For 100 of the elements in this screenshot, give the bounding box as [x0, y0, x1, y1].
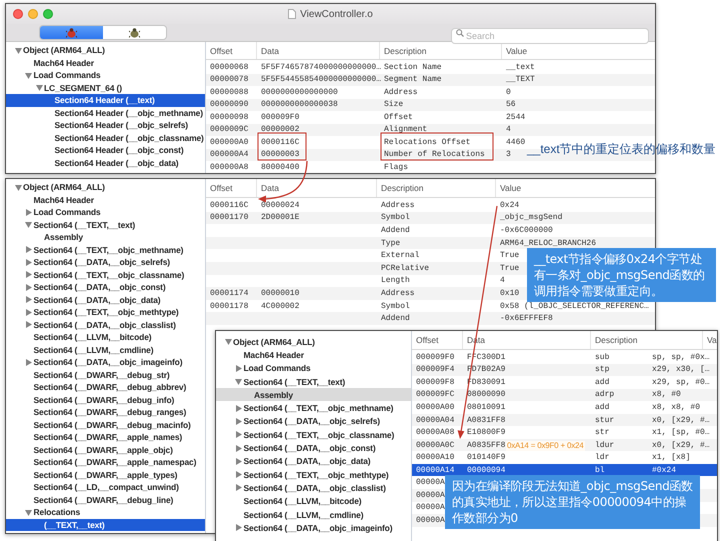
disclosure-triangle-icon[interactable] — [235, 404, 242, 412]
disclosure-triangle-icon[interactable] — [25, 296, 32, 304]
disclosure-triangle-icon[interactable] — [235, 444, 242, 452]
tree-item[interactable]: Section64 (__DWARF,__apple_namespac) — [6, 456, 205, 468]
tree-item[interactable]: Section64 (__DWARF,__debug_ranges) — [6, 406, 205, 418]
disclosure-triangle-icon[interactable] — [235, 458, 242, 465]
tree-item[interactable]: Section64 (__DWARF,__debug_info) — [6, 394, 205, 406]
column-header[interactable]: Value — [502, 42, 655, 59]
tree-item[interactable]: Section64 (__LLVM,__cmdline) — [216, 508, 411, 522]
minimize-button[interactable] — [28, 9, 38, 19]
close-button[interactable] — [13, 9, 23, 19]
tree-item[interactable]: Relocations — [6, 506, 205, 518]
tree-item[interactable]: Mach64 Header — [6, 56, 205, 69]
tree-item[interactable]: Object (ARM64_ALL) — [6, 44, 205, 56]
tree-item[interactable]: Section64 (__DATA,__objc_classlist) — [216, 481, 411, 495]
tree-item[interactable]: LC_SEGMENT_64 () — [6, 82, 205, 94]
tree-item[interactable]: Object (ARM64_ALL) — [216, 335, 411, 348]
tree-item[interactable]: Section64 (__LD,__compact_unwind) — [6, 481, 205, 494]
table-row[interactable]: 00000A14 00000094 bl #0x24 — [412, 464, 717, 476]
tree-item[interactable]: Mach64 Header — [216, 348, 411, 362]
table-row[interactable]: 0000009C 00000002 Alignment 4 — [206, 124, 655, 136]
column-header[interactable]: Value — [496, 179, 655, 197]
tree-item[interactable]: (__TEXT,__text) — [6, 518, 205, 531]
disclosure-triangle-icon[interactable] — [235, 524, 242, 532]
tree-item[interactable]: Section64 (__LLVM,__bitcode) — [6, 331, 205, 344]
table-row[interactable]: 00000A10 010140F9 ldr x1, [x8] — [412, 451, 717, 464]
table-row[interactable]: 00000090 0000000000000038 Size 56 — [206, 98, 655, 111]
disclosure-triangle-icon[interactable] — [235, 418, 242, 425]
tree-item[interactable]: Section64 (__LLVM,__bitcode) — [216, 494, 411, 508]
tree-item[interactable]: Section64 Header (__text) — [6, 94, 205, 106]
disclosure-triangle-icon[interactable] — [224, 338, 232, 346]
table-row[interactable]: 00001178 4C000002 Symbol 0x58 (l_OBJC_SELECTOR_REFERENC… — [206, 300, 655, 312]
disclosure-triangle-icon[interactable] — [25, 72, 32, 79]
tree-item[interactable]: Assembly — [216, 388, 411, 402]
tree-item[interactable]: Section64 (__LLVM,__cmdline) — [6, 344, 205, 356]
table-row[interactable]: 00000088 0000000000000000 Address 0 — [206, 86, 655, 98]
disclosure-triangle-icon[interactable] — [14, 46, 22, 54]
tree-item[interactable]: Section64 (__TEXT,__text) — [6, 218, 205, 231]
column-header[interactable]: Offset — [206, 179, 257, 197]
table-row[interactable]: 00000A00 08010091 add x8, x8, #0 — [412, 401, 717, 414]
disclosure-triangle-icon[interactable] — [25, 284, 32, 291]
tree-item[interactable]: Section64 Header (__objc_const) — [6, 144, 205, 156]
tree-item[interactable]: Section64 (__TEXT,__objc_methtype) — [6, 306, 205, 318]
tree-item[interactable]: Section64 (__DWARF,__debug_macinfo) — [6, 418, 205, 431]
table-row[interactable]: 000000A8 80000400 Flags — [206, 161, 655, 173]
disclosure-triangle-icon[interactable] — [14, 184, 22, 191]
tree-item[interactable]: Section64 (__DWARF,__debug_str) — [6, 368, 205, 381]
tree-item[interactable]: Section64 (__TEXT,__objc_methname) — [6, 244, 205, 256]
tree-item[interactable]: Object (ARM64_ALL) — [6, 181, 205, 194]
tree-item[interactable]: Section64 Header (__objc_selrefs) — [6, 119, 205, 132]
tree-item[interactable]: Section64 (__TEXT,__objc_classname) — [6, 268, 205, 281]
table-row[interactable]: 00000A04 A0831FF8 stur x0, [x29, #… — [412, 414, 717, 426]
tree-item[interactable]: Section64 (__DWARF,__apple_types) — [6, 468, 205, 481]
table-row[interactable]: 00000A08 E10800F9 str x1, [sp, #0… — [412, 426, 717, 439]
tree-item[interactable]: Load Commands — [6, 69, 205, 82]
table-row[interactable]: 00000068 5F5F74657874000000000000… Section Name __text — [206, 61, 655, 74]
tree-item[interactable]: Section64 (__DATA,__objc_selrefs) — [216, 414, 411, 428]
tree-item[interactable]: Section64 (__DATA,__objc_imageinfo) — [216, 521, 411, 534]
disclosure-triangle-icon[interactable] — [25, 271, 32, 278]
tree-item[interactable]: Section64 Header (__objc_data) — [6, 156, 205, 169]
tree-item[interactable]: Section64 (__DATA,__objc_classlist) — [6, 318, 205, 331]
view-toggle-button[interactable] — [103, 26, 166, 39]
tree-item[interactable]: Section64 (__DATA,__objc_data) — [6, 294, 205, 306]
disclosure-triangle-icon[interactable] — [25, 258, 32, 266]
tree-item[interactable]: Load Commands — [216, 362, 411, 375]
table-row[interactable]: 00001170 2D00001E Symbol _objc_msgSend — [206, 212, 655, 224]
tree-item[interactable]: Assembly — [6, 231, 205, 244]
column-header[interactable]: Data — [257, 42, 380, 59]
column-header[interactable]: Description — [377, 179, 496, 197]
tree-item[interactable]: Section64 (__TEXT,__objc_classname) — [216, 428, 411, 442]
disclosure-triangle-icon[interactable] — [235, 431, 242, 438]
tree-item[interactable]: Section64 (__DATA,__objc_data) — [216, 454, 411, 468]
disclosure-triangle-icon[interactable] — [25, 508, 32, 516]
disclosure-triangle-icon[interactable] — [36, 84, 42, 92]
tree-item[interactable]: Section64 (__DWARF,__apple_names) — [6, 431, 205, 444]
tree-item[interactable]: Section64 (__DATA,__objc_const) — [216, 441, 411, 455]
tree-item[interactable]: Section64 (__TEXT,__text) — [216, 374, 411, 388]
table-row[interactable]: 0000116C 00000024 Address 0x24 — [206, 199, 655, 212]
table-row[interactable]: 000009FC 08000090 adrp x8, #0 — [412, 388, 717, 402]
tree-item[interactable]: Section64 (__DWARF,__apple_objc) — [6, 444, 205, 456]
disclosure-triangle-icon[interactable] — [25, 358, 32, 366]
tree-item[interactable]: Section64 (__TEXT,__objc_methname) — [216, 401, 411, 415]
disclosure-triangle-icon[interactable] — [25, 246, 32, 254]
disclosure-triangle-icon[interactable] — [235, 378, 242, 386]
disclosure-triangle-icon[interactable] — [25, 221, 32, 228]
tree-item[interactable]: Section64 (__DATA,__objc_imageinfo) — [6, 356, 205, 368]
tree-item[interactable]: Mach64 Header — [6, 194, 205, 206]
column-header[interactable]: Offset — [206, 42, 257, 59]
disclosure-triangle-icon[interactable] — [235, 484, 242, 492]
table-row[interactable]: Type ARM64_RELOC_BRANCH26 — [206, 236, 655, 250]
column-header[interactable]: Description — [380, 42, 502, 59]
tree-item[interactable]: Section64 Header (__objc_classname) — [6, 132, 205, 144]
table-row[interactable]: Addend -0x6EFFFEF8 — [206, 312, 655, 325]
column-header[interactable]: Offset — [412, 331, 463, 349]
disclosure-triangle-icon[interactable] — [25, 208, 32, 216]
view-toggle-button[interactable] — [40, 26, 103, 39]
table-row[interactable]: Addend -0x6C000000 — [206, 224, 655, 237]
tree-item[interactable]: Section64 (__TEXT,__objc_methtype) — [216, 468, 411, 482]
disclosure-triangle-icon[interactable] — [25, 321, 32, 328]
tree-item[interactable]: Section64 (__DWARF,__debug_line) — [6, 494, 205, 506]
